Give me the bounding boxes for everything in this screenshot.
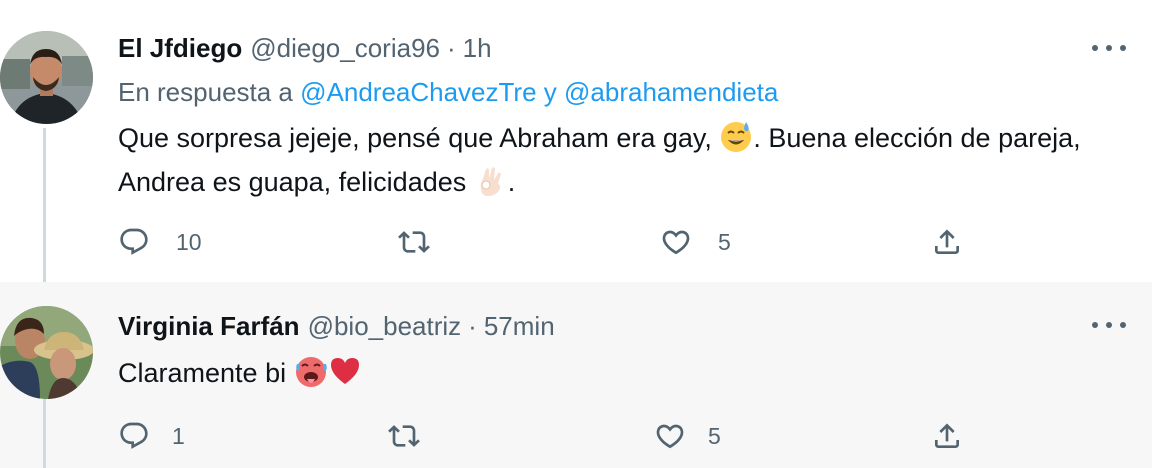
sweat-smile-emoji: [719, 119, 753, 153]
share-button[interactable]: [931, 416, 963, 456]
heart-icon: [656, 424, 684, 449]
reply-icon: [120, 422, 148, 449]
separator: ·: [468, 311, 477, 341]
display-name[interactable]: Virginia Farfán: [118, 311, 300, 342]
mention-link[interactable]: @AndreaChavezTre: [300, 77, 536, 107]
hot-face-emoji: [294, 354, 328, 388]
reply-button[interactable]: 1: [118, 416, 185, 456]
retweet-button[interactable]: [388, 416, 420, 456]
tweet-1[interactable]: El Jfdiego @diego_coria96 · 1h En respue…: [0, 0, 1152, 284]
handle[interactable]: @diego_coria96: [250, 33, 440, 64]
action-bar: 10 5: [118, 222, 978, 262]
retweet-button[interactable]: [398, 222, 430, 262]
heart-icon: [662, 230, 690, 255]
reply-conjunction: y: [543, 77, 557, 107]
handle[interactable]: @bio_beatriz: [308, 311, 462, 342]
tweet-text-part: Claramente bi: [118, 358, 287, 388]
reply-prefix: En respuesta a: [118, 77, 293, 107]
avatar[interactable]: [0, 31, 93, 124]
red-heart-emoji: [328, 354, 362, 388]
share-button[interactable]: [931, 222, 963, 262]
ok-hand-emoji: [474, 163, 508, 197]
tweet-text: Claramente bi: [118, 351, 1108, 395]
tweet-2[interactable]: Virginia Farfán @bio_beatriz · 57min Cla…: [0, 282, 1152, 468]
more-options-icon[interactable]: [1092, 38, 1126, 58]
tweet-text-part: Que sorpresa jejeje, pensé que Abraham e…: [118, 123, 712, 153]
like-count: 5: [708, 422, 721, 449]
tweet-text: Que sorpresa jejeje, pensé que Abraham e…: [118, 116, 1108, 204]
separator: ·: [447, 33, 456, 63]
timestamp[interactable]: 57min: [484, 311, 555, 342]
share-icon: [935, 229, 959, 254]
thread-line: [43, 388, 46, 468]
reply-count: 1: [172, 422, 185, 449]
like-button[interactable]: 5: [660, 222, 731, 262]
more-options-icon[interactable]: [1092, 315, 1126, 335]
avatar[interactable]: [0, 306, 93, 399]
like-count: 5: [718, 228, 731, 255]
share-icon: [935, 423, 959, 448]
thread-line: [43, 128, 46, 284]
timestamp[interactable]: 1h: [463, 33, 492, 64]
reply-context: En respuesta a @AndreaChavezTre y @abrah…: [118, 77, 778, 108]
tweet-header: El Jfdiego @diego_coria96 · 1h: [118, 33, 492, 64]
like-button[interactable]: 5: [654, 416, 721, 456]
reply-icon: [120, 228, 148, 255]
reply-button[interactable]: 10: [118, 222, 202, 262]
tweet-text-part: .: [507, 167, 516, 197]
mention-link[interactable]: @abrahamendieta: [564, 77, 778, 107]
tweet-header: Virginia Farfán @bio_beatriz · 57min: [118, 311, 555, 342]
retweet-icon: [388, 425, 420, 447]
retweet-icon: [398, 231, 430, 253]
action-bar: 1 5: [118, 416, 978, 456]
display-name[interactable]: El Jfdiego: [118, 33, 242, 64]
reply-count: 10: [176, 228, 202, 255]
